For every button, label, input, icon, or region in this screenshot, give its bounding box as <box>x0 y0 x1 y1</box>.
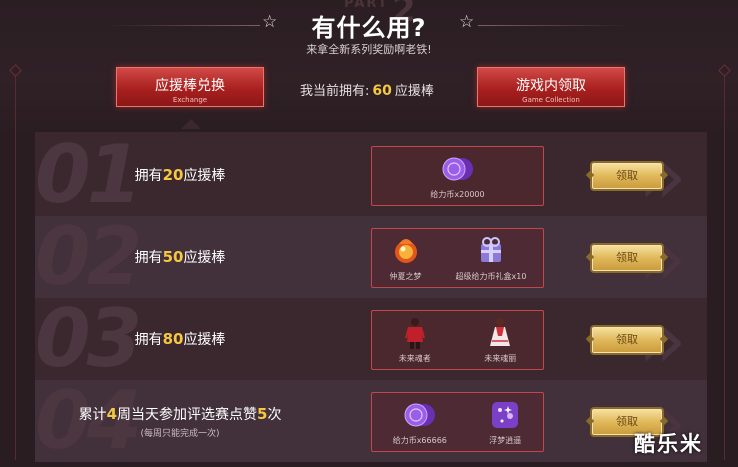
tab-game-collection-sublabel: Game Collection <box>522 96 580 104</box>
req-prefix: 累计 <box>78 406 107 423</box>
req-middle: 周当天参加评选赛点赞 <box>117 406 257 423</box>
reward-label: 给力币x66666 <box>392 436 447 445</box>
claim-button[interactable]: 领取 <box>590 325 664 355</box>
reward-row-2: 02 » 拥有50应援棒 仲夏之梦 <box>35 216 707 298</box>
holding-count: 我当前拥有: 60 应援棒 <box>300 80 434 99</box>
req-count: 4 <box>106 404 117 423</box>
red-costume-icon <box>404 318 425 349</box>
tab-exchange-label: 应援棒兑换 <box>155 78 225 94</box>
purple-coin-icon <box>442 157 473 181</box>
tab-exchange-sublabel: Exchange <box>172 96 208 104</box>
requirement-text: 拥有50应援棒 <box>35 216 325 298</box>
reward-label: 浮梦逍遥 <box>489 436 522 445</box>
requirement-text: 拥有20应援棒 <box>35 134 325 216</box>
page-title: 有什么用? <box>311 14 427 42</box>
tab-exchange[interactable]: 应援棒兑换 Exchange <box>116 67 264 107</box>
reward-row-3: 03 » 拥有80应援棒 未来魂者 <box>35 298 707 380</box>
req-count: 80 <box>162 330 184 348</box>
reward-item: 未来魂者 <box>398 316 432 364</box>
tab-game-collection[interactable]: 游戏内领取 Game Collection <box>477 67 625 107</box>
holding-suffix: 应援棒 <box>394 84 434 99</box>
req-prefix: 拥有 <box>134 168 163 184</box>
requirement-text: 拥有80应援棒 <box>35 298 325 380</box>
holding-prefix: 我当前拥有: <box>300 84 370 99</box>
tab-game-collection-label: 游戏内领取 <box>516 78 586 94</box>
purple-coin-icon <box>404 403 435 427</box>
purple-sparkle-icon <box>492 402 519 428</box>
reward-item: 仲夏之梦 <box>389 234 423 282</box>
reward-item: 给力币x20000 <box>430 152 485 200</box>
reward-label: 给力币x20000 <box>430 190 485 199</box>
req-prefix: 拥有 <box>134 250 163 266</box>
reward-item: 未来魂丽 <box>483 316 517 364</box>
requirement-text: 累计4周当天参加评选赛点赞5次 (每周只能完成一次) <box>35 380 325 462</box>
dress-costume-icon <box>490 318 511 346</box>
reward-box: 给力币x66666 浮梦逍遥 <box>371 392 544 452</box>
active-tab-indicator <box>181 119 201 129</box>
reward-label: 仲夏之梦 <box>389 272 422 281</box>
gift-box-icon <box>481 237 501 262</box>
reward-box: 未来魂者 未来魂丽 <box>371 310 544 370</box>
reward-row-1: 01 » 拥有20应援棒 给力币x20000 领取 <box>35 134 707 216</box>
req-suffix: 应援棒 <box>183 332 226 348</box>
reward-row-4: 04 » 累计4周当天参加评选赛点赞5次 (每周只能完成一次) 给力币x6666… <box>35 380 707 462</box>
req-count-2: 5 <box>257 404 268 423</box>
reward-box: 仲夏之梦 超级给力币礼盒x10 <box>371 228 544 288</box>
site-logo: 酷乐米 <box>634 432 703 456</box>
req-count: 20 <box>162 166 184 184</box>
right-divider <box>724 75 725 460</box>
req-suffix: 次 <box>267 406 282 423</box>
requirement-note: (每周只能完成一次) <box>140 428 220 439</box>
reward-label: 未来魂丽 <box>484 354 517 363</box>
req-prefix: 拥有 <box>134 332 163 348</box>
reward-label: 超级给力币礼盒x10 <box>455 272 527 281</box>
req-suffix: 应援棒 <box>183 250 226 266</box>
left-divider <box>15 75 16 460</box>
claim-button[interactable]: 领取 <box>590 243 664 273</box>
holding-number: 60 <box>372 83 392 99</box>
req-count: 50 <box>162 248 184 266</box>
reward-box: 给力币x20000 <box>371 146 544 206</box>
reward-item: 浮梦逍遥 <box>488 398 522 446</box>
reward-item: 给力币x66666 <box>393 398 447 446</box>
reward-label: 未来魂者 <box>398 354 431 363</box>
reward-item: 超级给力币礼盒x10 <box>455 234 527 282</box>
fire-orb-icon <box>394 239 417 263</box>
claim-button[interactable]: 领取 <box>590 161 664 191</box>
page-subtitle: 来拿全新系列奖励啊老铁! <box>306 43 432 56</box>
reward-panel: 01 » 拥有20应援棒 给力币x20000 领取 02 » 拥有50应援棒 <box>35 132 707 462</box>
req-suffix: 应援棒 <box>183 168 226 184</box>
